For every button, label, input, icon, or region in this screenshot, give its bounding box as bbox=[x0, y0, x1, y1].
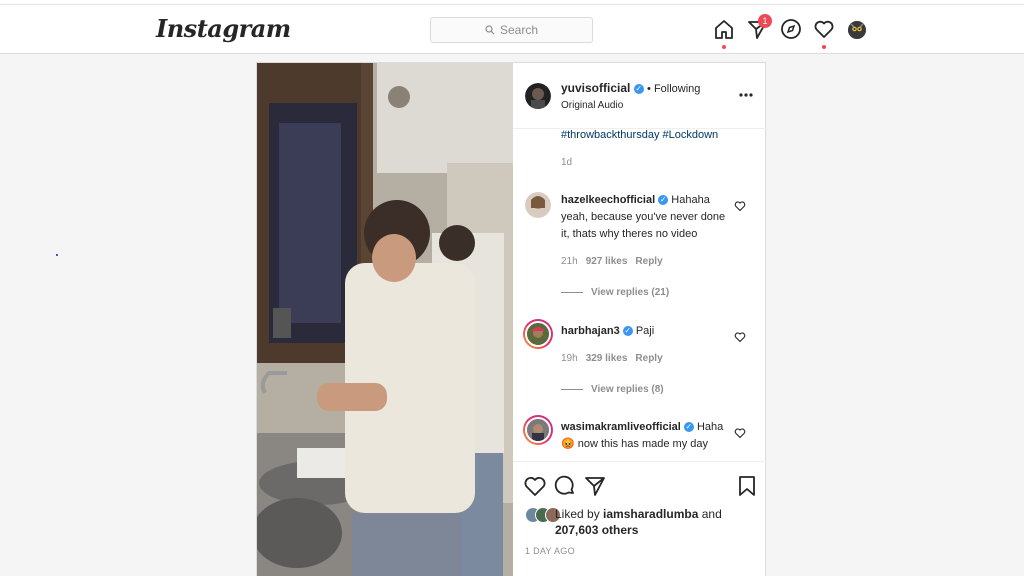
top-divider bbox=[0, 4, 1024, 5]
view-replies-button[interactable]: View replies (8) bbox=[561, 384, 664, 395]
share-icon[interactable] bbox=[583, 474, 607, 498]
liked-by-text: Liked by iamsharadlumba and 207,603 othe… bbox=[555, 506, 722, 538]
post-sidebar: yuvisofficial ✓ • Following Original Aud… bbox=[513, 63, 767, 576]
comment: hazelkeechofficial ✓ Hahaha yeah, becaus… bbox=[561, 192, 731, 243]
commenter-avatar-story[interactable] bbox=[523, 319, 553, 349]
search-input[interactable]: Search bbox=[430, 17, 593, 43]
reply-button[interactable]: Reply bbox=[635, 353, 662, 364]
author-username[interactable]: yuvisofficial bbox=[561, 81, 630, 95]
comment-meta: 21h 927 likes Reply bbox=[561, 256, 663, 267]
page-marker bbox=[56, 254, 58, 256]
explore-icon[interactable] bbox=[780, 18, 802, 40]
home-active-dot bbox=[722, 45, 726, 49]
profile-avatar[interactable] bbox=[848, 21, 866, 39]
verified-badge-icon: ✓ bbox=[683, 422, 694, 433]
top-navigation-bar: Instagram Search 1 bbox=[0, 0, 1024, 54]
liked-by-prefix: Liked by bbox=[555, 507, 604, 521]
activity-dot bbox=[822, 45, 826, 49]
post-modal: yuvisofficial ✓ • Following Original Aud… bbox=[256, 62, 767, 576]
post-actions: Liked by iamsharadlumba and 207,603 othe… bbox=[513, 461, 767, 576]
verified-badge-icon: ✓ bbox=[633, 83, 644, 94]
search-icon bbox=[485, 25, 495, 35]
reply-button[interactable]: Reply bbox=[635, 256, 662, 267]
more-options-icon[interactable] bbox=[739, 93, 753, 97]
author-line: yuvisofficial ✓ • Following bbox=[561, 81, 700, 95]
video-frame bbox=[257, 63, 513, 576]
comment-icon[interactable] bbox=[553, 474, 577, 498]
post-header: yuvisofficial ✓ • Following Original Aud… bbox=[513, 63, 767, 129]
author-avatar[interactable] bbox=[525, 83, 551, 109]
caption-age: 1d bbox=[561, 157, 573, 168]
comment-username[interactable]: wasimakramliveofficial bbox=[561, 421, 681, 433]
comment-like-icon[interactable] bbox=[734, 331, 746, 343]
audio-label[interactable]: Original Audio bbox=[561, 100, 623, 111]
comment-body: Paji bbox=[635, 325, 655, 337]
comment: wasimakramliveofficial ✓ Haha 😡 now this… bbox=[561, 419, 731, 453]
caption-hashtags[interactable]: #throwbackthursday #Lockdown bbox=[561, 127, 731, 144]
liked-by-and: and bbox=[698, 507, 722, 521]
following-status[interactable]: • Following bbox=[647, 83, 700, 95]
post-video[interactable] bbox=[257, 63, 513, 576]
notification-badge: 1 bbox=[758, 14, 772, 28]
search-placeholder: Search bbox=[499, 23, 539, 37]
liked-by-user[interactable]: iamsharadlumba bbox=[603, 507, 698, 521]
comment-age: 19h bbox=[561, 353, 578, 364]
verified-badge-icon: ✓ bbox=[658, 195, 669, 206]
liked-by-count[interactable]: 207,603 others bbox=[555, 523, 638, 537]
activity-heart-icon[interactable] bbox=[813, 18, 835, 40]
comment-like-icon[interactable] bbox=[734, 200, 746, 212]
comment-like-icon[interactable] bbox=[734, 427, 746, 439]
verified-badge-icon: ✓ bbox=[622, 326, 633, 337]
home-icon[interactable] bbox=[713, 18, 735, 40]
post-timestamp[interactable]: 1 DAY AGO bbox=[525, 546, 575, 556]
comment: harbhajan3 ✓ Paji bbox=[561, 323, 731, 340]
comment-age: 21h bbox=[561, 256, 578, 267]
instagram-logo[interactable]: Instagram bbox=[156, 14, 291, 43]
comment-likes[interactable]: 329 likes bbox=[586, 353, 628, 364]
like-icon[interactable] bbox=[523, 474, 547, 498]
save-bookmark-icon[interactable] bbox=[735, 474, 759, 498]
commenter-avatar[interactable] bbox=[525, 192, 551, 218]
comment-likes[interactable]: 927 likes bbox=[586, 256, 628, 267]
commenter-avatar-story[interactable] bbox=[523, 415, 553, 445]
comment-meta: 19h 329 likes Reply bbox=[561, 353, 663, 364]
comment-username[interactable]: harbhajan3 bbox=[561, 325, 620, 337]
view-replies-button[interactable]: View replies (21) bbox=[561, 287, 669, 298]
comment-username[interactable]: hazelkeechofficial bbox=[561, 194, 655, 206]
